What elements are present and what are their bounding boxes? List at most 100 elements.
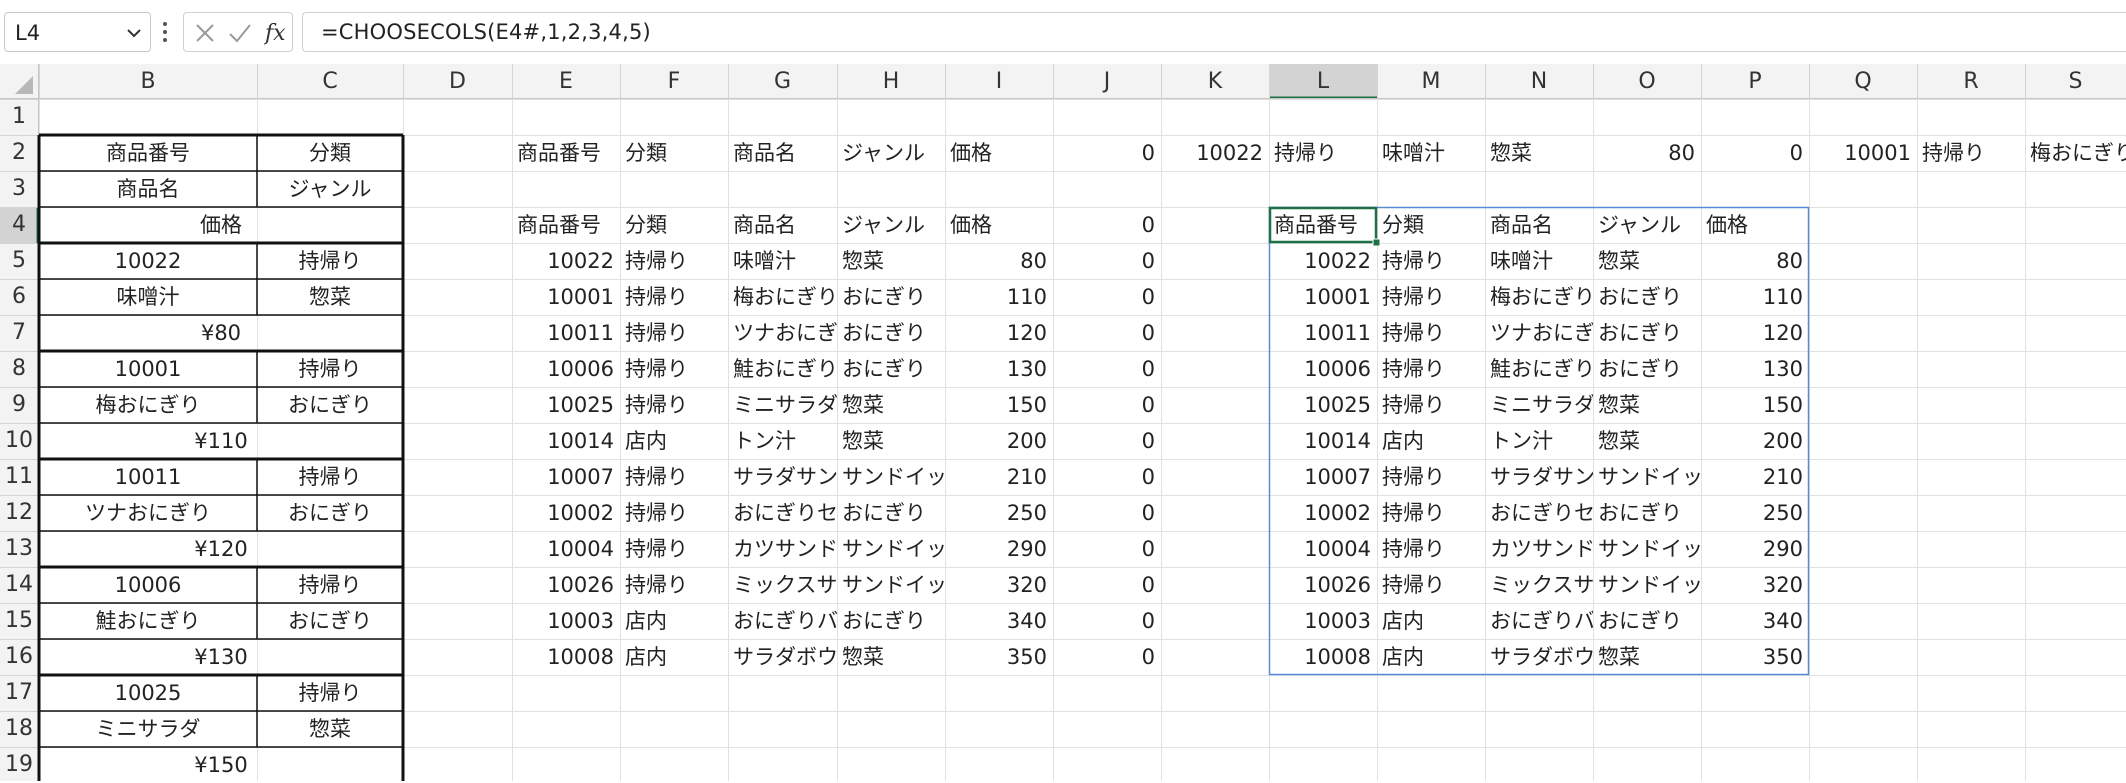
spill-code[interactable]: 10026 [1269,567,1377,603]
table-header-I[interactable]: 価格 [945,207,1053,243]
card-header-code[interactable]: 商品番号 [39,135,257,171]
column-header-H[interactable]: H [837,64,945,99]
spill-category[interactable]: 持帰り [1377,243,1485,279]
spill-name[interactable]: おにぎりセット [1485,495,1593,531]
spill-name[interactable]: おにぎりバー [1485,603,1593,639]
spill-price[interactable]: 130 [1701,351,1809,387]
source-price[interactable]: 80 [945,243,1053,279]
source-category[interactable]: 持帰り [620,279,728,315]
row-header-11[interactable]: 11 [0,459,38,495]
spill-code[interactable]: 10011 [1269,315,1377,351]
formula-input[interactable]: =CHOOSECOLS(E4#,1,2,3,4,5) [302,12,2126,52]
card-item-price[interactable]: ¥80 [39,315,403,351]
row-header-5[interactable]: 5 [0,243,38,279]
source-genre[interactable]: おにぎり [837,603,945,639]
row2-cell-F[interactable]: 分類 [620,135,728,171]
spill-name[interactable]: ミックスサンド [1485,567,1593,603]
card-item-name[interactable]: 鮭おにぎり [39,603,257,639]
card-item-name[interactable]: ツナおにぎり [39,495,257,531]
spill-header-O[interactable]: ジャンル [1593,207,1701,243]
spill-genre[interactable]: 惣菜 [1593,387,1701,423]
source-price[interactable]: 210 [945,459,1053,495]
source-category[interactable]: 持帰り [620,387,728,423]
card-item-price[interactable]: ¥110 [39,423,403,459]
card-item-name[interactable]: ミニサラダ [39,711,257,747]
card-item-category[interactable]: 持帰り [257,351,403,387]
source-name[interactable]: 鮭おにぎり [728,351,837,387]
source-category[interactable]: 持帰り [620,315,728,351]
column-header-K[interactable]: K [1161,64,1269,99]
spill-price[interactable]: 110 [1701,279,1809,315]
spill-code[interactable]: 10007 [1269,459,1377,495]
source-category[interactable]: 店内 [620,639,728,675]
source-extra[interactable]: 0 [1053,603,1161,639]
row-header-18[interactable]: 18 [0,711,38,747]
column-header-Q[interactable]: Q [1809,64,1917,99]
source-name[interactable]: サラダボウル [728,639,837,675]
source-code[interactable]: 10001 [512,279,620,315]
row-header-14[interactable]: 14 [0,567,38,603]
card-item-code[interactable]: 10025 [39,675,257,711]
spill-code[interactable]: 10001 [1269,279,1377,315]
source-extra[interactable]: 0 [1053,387,1161,423]
spill-price[interactable]: 210 [1701,459,1809,495]
worksheet-grid[interactable]: 商品番号 分類 商品名 ジャンル 価格 10022 持帰り 味噌汁 惣菜 ¥80 10001 持帰り梅… [0,64,2126,781]
row2-cell-P[interactable]: 0 [1701,135,1809,171]
source-price[interactable]: 320 [945,567,1053,603]
source-price[interactable]: 250 [945,495,1053,531]
spill-name[interactable]: トン汁 [1485,423,1593,459]
spill-genre[interactable]: サンドイッチ [1593,459,1701,495]
spill-category[interactable]: 店内 [1377,603,1485,639]
table-header-F[interactable]: 分類 [620,207,728,243]
check-icon[interactable] [228,22,252,44]
spill-price[interactable]: 250 [1701,495,1809,531]
source-category[interactable]: 持帰り [620,459,728,495]
column-header-P[interactable]: P [1701,64,1809,99]
spill-category[interactable]: 持帰り [1377,351,1485,387]
source-genre[interactable]: 惣菜 [837,243,945,279]
spill-code[interactable]: 10006 [1269,351,1377,387]
source-genre[interactable]: 惣菜 [837,387,945,423]
spill-price[interactable]: 150 [1701,387,1809,423]
column-header-O[interactable]: O [1593,64,1701,99]
spill-code[interactable]: 10014 [1269,423,1377,459]
cancel-x-icon[interactable] [194,22,216,44]
row-header-13[interactable]: 13 [0,531,38,567]
spill-genre[interactable]: 惣菜 [1593,243,1701,279]
source-category[interactable]: 店内 [620,603,728,639]
source-code[interactable]: 10011 [512,315,620,351]
row2-cell-J[interactable]: 0 [1053,135,1161,171]
source-price[interactable]: 350 [945,639,1053,675]
more-options-icon[interactable] [160,18,170,46]
spill-name[interactable]: カツサンド [1485,531,1593,567]
spill-header-L[interactable]: 商品番号 [1269,207,1377,243]
card-item-code[interactable]: 10006 [39,567,257,603]
row2-cell-Q[interactable]: 10001 [1809,135,1917,171]
spill-genre[interactable]: おにぎり [1593,351,1701,387]
column-header-F[interactable]: F [620,64,728,99]
spill-name[interactable]: 鮭おにぎり [1485,351,1593,387]
spill-genre[interactable]: 惣菜 [1593,423,1701,459]
source-extra[interactable]: 0 [1053,567,1161,603]
card-item-category[interactable]: 持帰り [257,675,403,711]
source-category[interactable]: 持帰り [620,567,728,603]
fx-icon[interactable]: fx [264,19,290,47]
spill-category[interactable]: 店内 [1377,639,1485,675]
row2-cell-S[interactable]: 梅おにぎり [2025,135,2126,171]
card-item-code[interactable]: 10001 [39,351,257,387]
source-code[interactable]: 10008 [512,639,620,675]
spill-genre[interactable]: 惣菜 [1593,639,1701,675]
source-extra[interactable]: 0 [1053,423,1161,459]
spill-price[interactable]: 200 [1701,423,1809,459]
card-item-code[interactable]: 10011 [39,459,257,495]
source-price[interactable]: 120 [945,315,1053,351]
spill-header-P[interactable]: 価格 [1701,207,1809,243]
source-extra[interactable]: 0 [1053,279,1161,315]
card-item-genre[interactable]: おにぎり [257,387,403,423]
table-header-J[interactable]: 0 [1053,207,1161,243]
card-header-genre[interactable]: ジャンル [257,171,403,207]
spill-price[interactable]: 80 [1701,243,1809,279]
row2-cell-O[interactable]: 80 [1593,135,1701,171]
source-name[interactable]: ミニサラダ [728,387,837,423]
spill-genre[interactable]: おにぎり [1593,495,1701,531]
